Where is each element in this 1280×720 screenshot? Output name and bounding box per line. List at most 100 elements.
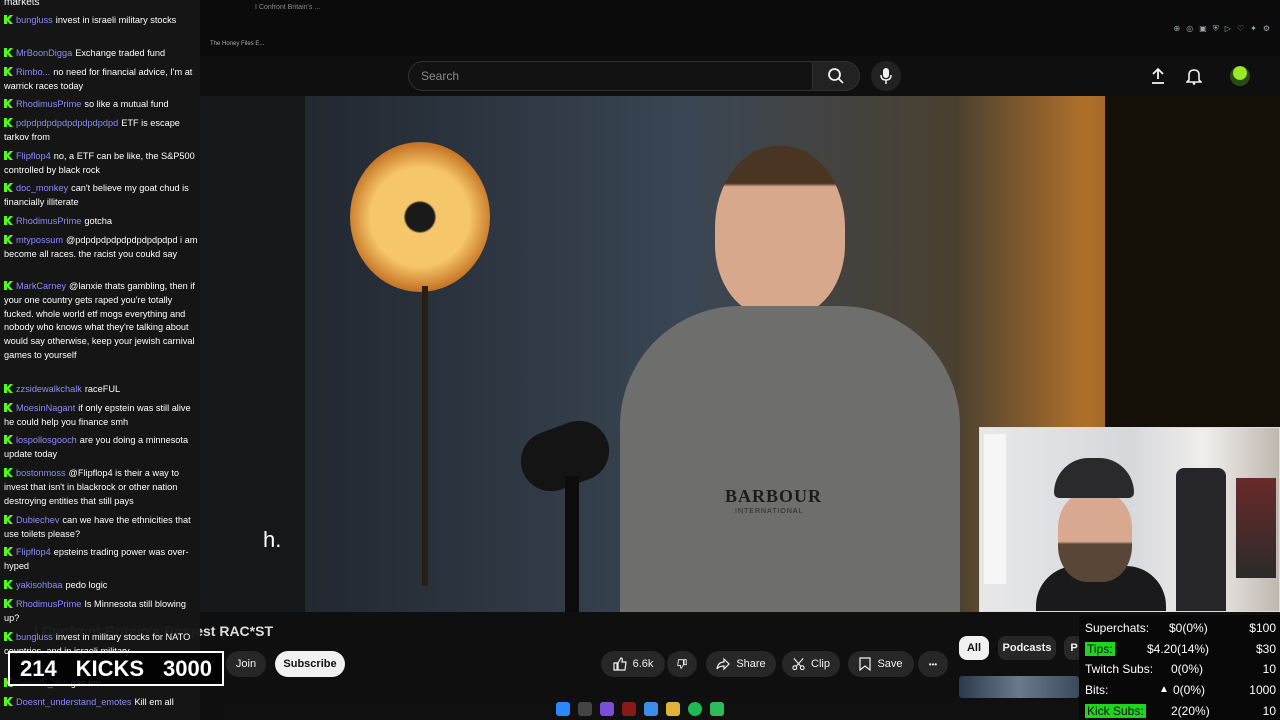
chat-fragment: markets <box>4 0 40 8</box>
scissors-icon <box>792 658 805 671</box>
kick-badge-icon <box>4 468 13 477</box>
account-avatar[interactable] <box>1230 66 1250 86</box>
stat-goal: 10 <box>1262 662 1276 676</box>
share-button[interactable]: Share <box>706 651 776 677</box>
chat-username[interactable]: RhodimusPrime <box>16 216 81 226</box>
chat-text: invest in israeli military stocks <box>55 15 177 25</box>
clip-label: Clip <box>811 658 830 670</box>
stat-label: Superchats: <box>1085 621 1150 635</box>
kick-badge-icon <box>4 48 13 57</box>
puzzle-icon[interactable]: ✦ <box>1250 24 1257 34</box>
chat-username[interactable]: bungluss <box>16 632 53 642</box>
upload-icon <box>1152 67 1164 84</box>
chat-username[interactable]: Dubiechev <box>16 515 59 525</box>
dislike-button[interactable] <box>667 651 697 677</box>
microphone-icon <box>880 68 892 84</box>
kicks-goal-counter: 214 KICKS 3000 <box>8 651 224 686</box>
discord-icon[interactable] <box>600 702 614 716</box>
folder-icon[interactable] <box>666 702 680 716</box>
chip-all[interactable]: All <box>959 636 989 660</box>
spotify-icon[interactable] <box>688 702 702 716</box>
xbox-icon[interactable] <box>710 702 724 716</box>
kick-badge-icon <box>4 580 13 589</box>
play-icon[interactable]: ▷ <box>1225 24 1231 34</box>
kick-badge-icon <box>4 99 13 108</box>
extension-icon[interactable]: ▣ <box>1199 24 1207 34</box>
related-video-thumbnail[interactable] <box>959 676 1079 698</box>
more-actions-button[interactable]: ••• <box>918 651 948 677</box>
chat-username[interactable]: Rimbo... <box>16 67 50 77</box>
chat-username[interactable]: mtypossum <box>16 235 63 245</box>
extension-icon[interactable]: ◎ <box>1186 24 1193 34</box>
browser-tab[interactable]: I Confront Britain's ... <box>255 4 320 11</box>
join-button[interactable]: Join <box>226 651 266 677</box>
chat-username[interactable]: bostonmoss <box>16 468 66 478</box>
kick-badge-icon <box>4 15 13 24</box>
chat-username[interactable]: doc_monkey <box>16 183 68 193</box>
video-caption: h. <box>263 527 282 552</box>
sweatshirt-brand: BARBOUR <box>725 486 823 506</box>
zoom-icon[interactable]: ⊕ <box>1174 24 1181 34</box>
bookmark-item[interactable]: The Honey Files E... <box>210 41 264 47</box>
sweatshirt-sub: INTERNATIONAL <box>735 508 804 515</box>
upload-button[interactable] <box>1146 64 1170 88</box>
chat-message: RhodimusPrime so like a mutual fund <box>4 98 198 112</box>
clip-button[interactable]: Clip <box>782 651 840 677</box>
kick-badge-icon <box>4 281 13 290</box>
chat-text: pedo logic <box>65 580 108 590</box>
stat-goal: $30 <box>1255 642 1276 656</box>
chat-username[interactable]: MarkCarney <box>16 281 66 291</box>
chat-text: raceFUL <box>84 384 121 394</box>
save-button[interactable]: Save <box>848 651 914 677</box>
shield-icon[interactable]: ⛨ <box>1213 24 1219 34</box>
stat-value: $0(0%) <box>1169 621 1208 635</box>
chat-username[interactable]: MoesinNagant <box>16 403 75 413</box>
kicks-current: 214 <box>20 655 57 681</box>
chat-username[interactable]: MrBoonDigga <box>16 48 72 58</box>
chat-username[interactable]: lospollosgooch <box>16 435 77 445</box>
chat-username[interactable]: RhodimusPrime <box>16 599 81 609</box>
like-button[interactable]: 6.6k <box>601 651 665 677</box>
share-icon <box>716 657 731 671</box>
chat-username[interactable]: bungluss <box>16 15 53 25</box>
search-button[interactable] <box>812 61 860 91</box>
stat-goal: $100 <box>1249 621 1276 635</box>
chat-text: gotcha <box>84 216 112 226</box>
chat-message: MrBoonDigga Exchange traded fund <box>4 47 198 61</box>
chat-username[interactable]: pdpdpdpdpdpdpdpdpdpd <box>16 118 118 128</box>
webcam-face <box>1058 492 1132 582</box>
webcam-cap <box>1054 458 1134 498</box>
voice-search-button[interactable] <box>871 61 901 91</box>
chat-message: RhodimusPrime gotcha <box>4 215 198 229</box>
extension-icons: ⊕ ◎ ▣ ⛨ ▷ ♡ ✦ ⚙ <box>1174 24 1270 34</box>
stat-row-bits: Bits: ▲ 0(0%) 1000 <box>1083 680 1276 700</box>
webcam-window <box>984 434 1006 584</box>
browser-icon[interactable] <box>644 702 658 716</box>
chat-username[interactable]: Flipflop4 <box>16 151 51 161</box>
search-input[interactable]: Search <box>408 61 812 91</box>
taskbar-search-icon[interactable] <box>578 702 592 716</box>
settings-icon[interactable]: ⚙ <box>1263 24 1270 34</box>
video-person: BARBOUR INTERNATIONAL <box>620 136 960 612</box>
chip-podcasts[interactable]: Podcasts <box>998 636 1056 660</box>
stat-value: 2(20%) <box>1171 704 1210 718</box>
chat-username[interactable]: RhodimusPrime <box>16 99 81 109</box>
chat-username[interactable]: zzsidewalkchalk <box>16 384 82 394</box>
stat-value: 0(0%) <box>1173 683 1206 697</box>
obs-icon[interactable] <box>622 702 636 716</box>
chat-username[interactable]: Flipflop4 <box>16 547 51 557</box>
stat-label: Bits: <box>1085 683 1109 697</box>
subscribe-button[interactable]: Subscribe <box>275 651 345 677</box>
stat-goal: 10 <box>1262 704 1276 718</box>
chat-username[interactable]: yakisohbaa <box>16 580 62 590</box>
chat-username[interactable]: Doesnt_understand_emotes <box>16 697 131 707</box>
share-label: Share <box>736 658 766 670</box>
notifications-button[interactable] <box>1182 64 1206 88</box>
windows-start-icon[interactable] <box>556 702 570 716</box>
microphone-stand <box>565 476 579 612</box>
heart-icon[interactable]: ♡ <box>1237 24 1244 34</box>
webcam-person <box>1036 458 1166 611</box>
save-label: Save <box>877 658 903 670</box>
stat-row-kick-subs: Kick Subs: 2(20%) 10 <box>1083 701 1276 720</box>
chat-text: Kill em all <box>134 697 174 707</box>
